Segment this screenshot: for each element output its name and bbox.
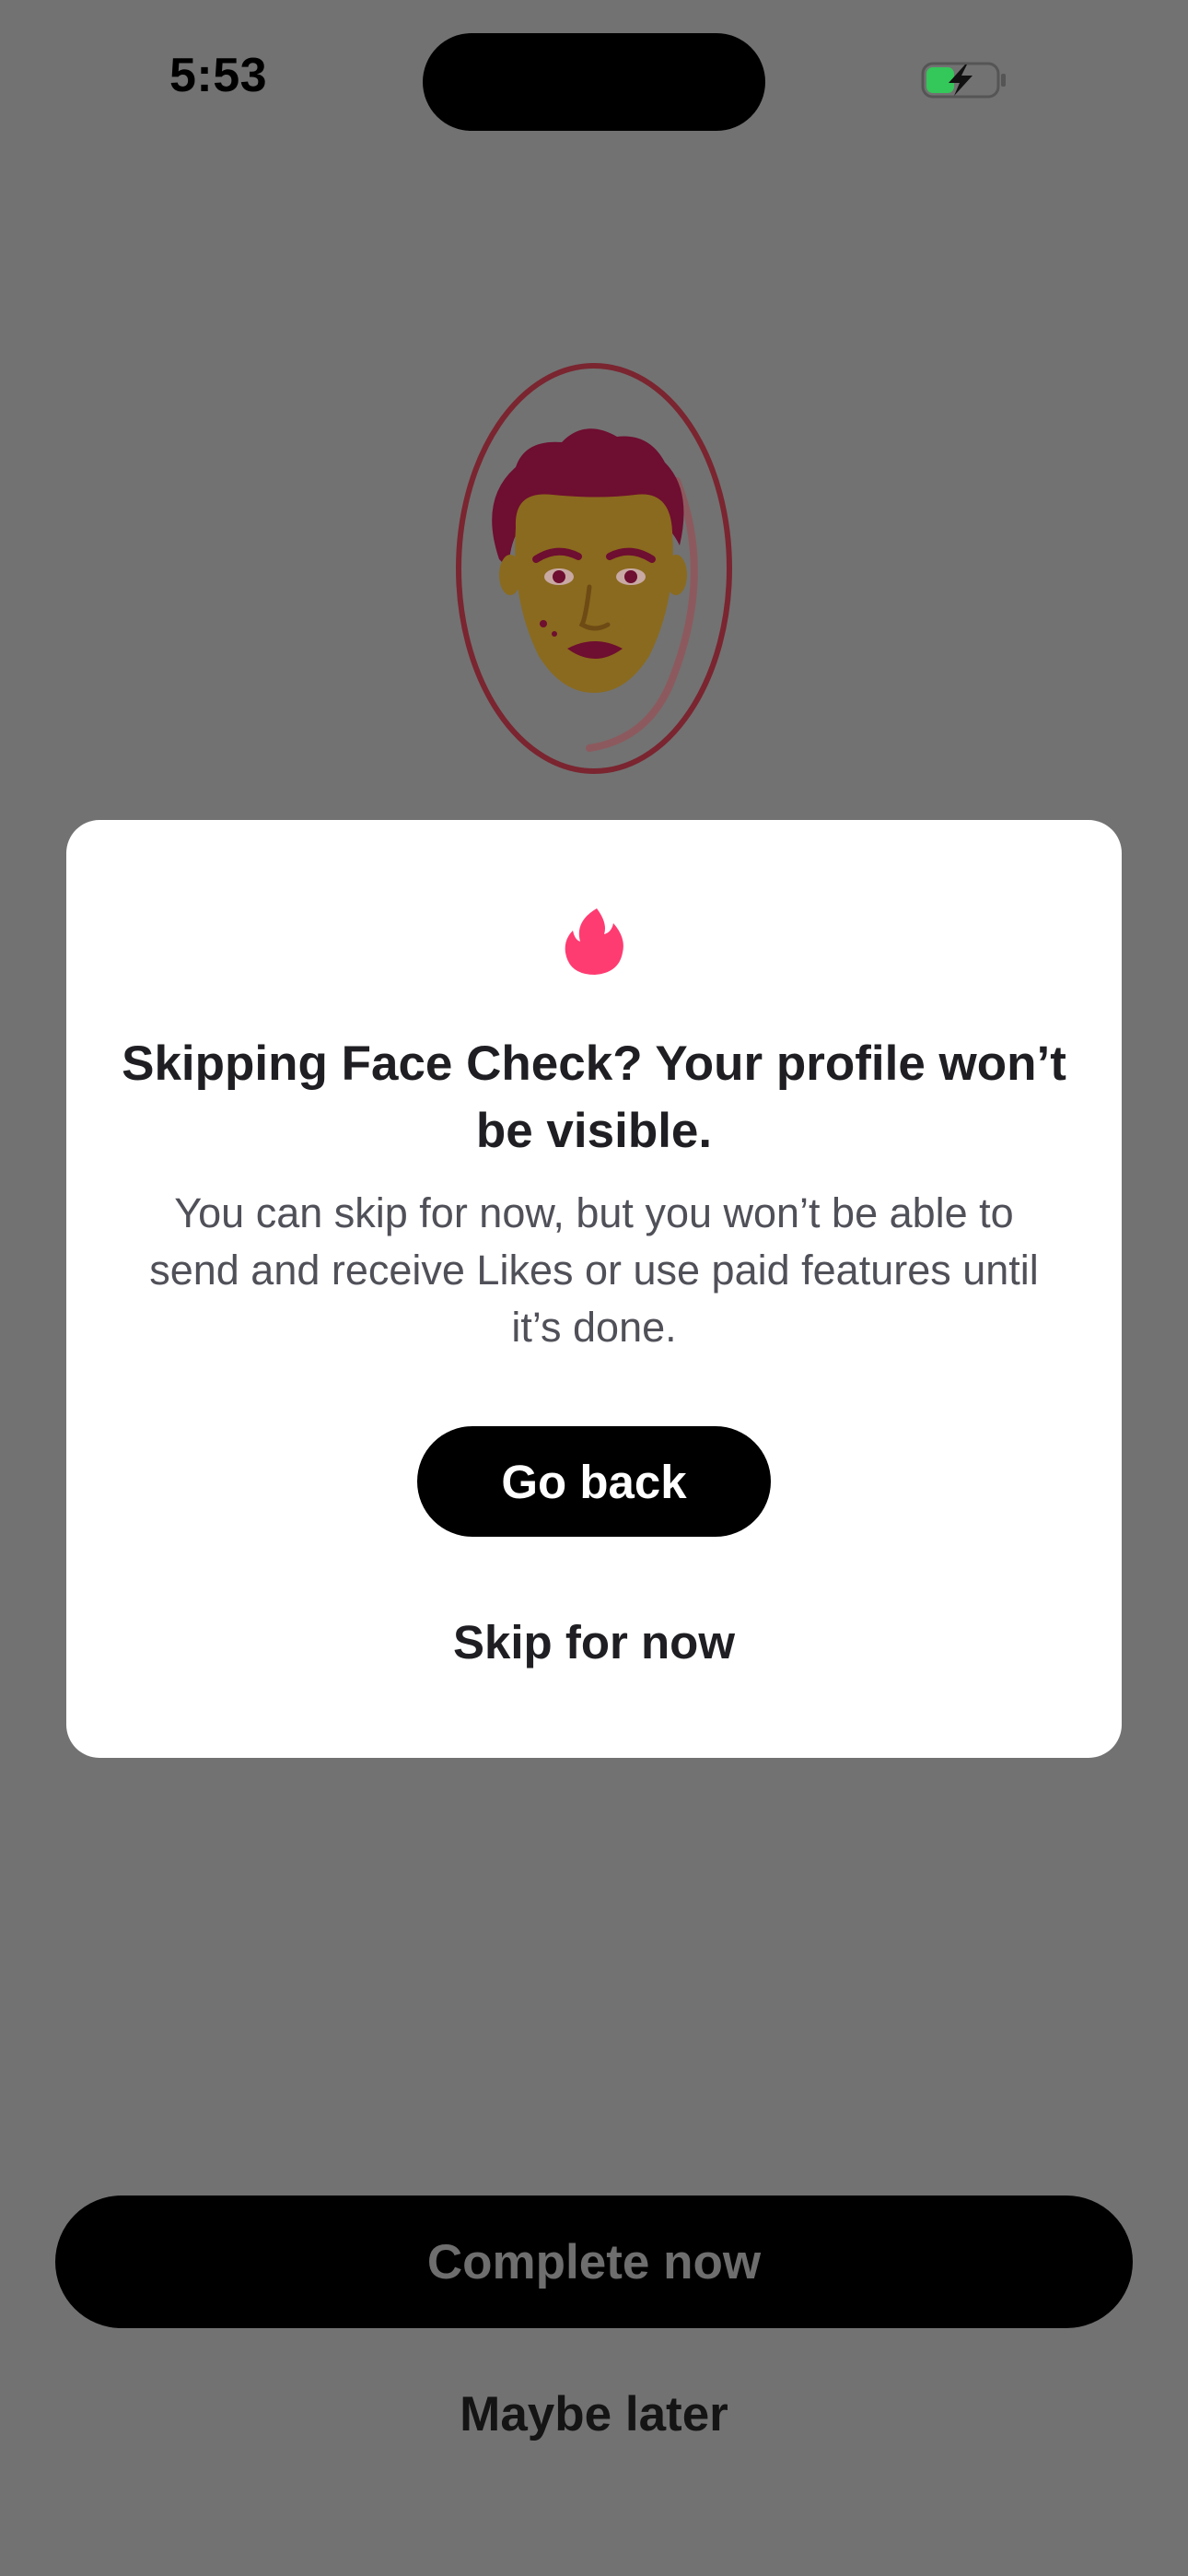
modal-title: Skipping Face Check? Your profile won’t …: [122, 1036, 1066, 1158]
maybe-later-button[interactable]: Maybe later: [364, 2377, 824, 2451]
flame-icon: [565, 908, 623, 975]
battery-charging-icon: [921, 62, 1006, 99]
skip-for-now-button[interactable]: Skip for now: [410, 1605, 778, 1679]
go-back-button[interactable]: Go back: [417, 1426, 771, 1537]
modal-body-text: You can skip for now, but you won’t be a…: [149, 1189, 1039, 1351]
dynamic-island: [423, 33, 765, 131]
complete-now-button[interactable]: Complete now: [55, 2195, 1133, 2328]
status-time: 5:53: [169, 49, 268, 102]
skip-face-check-modal: Skipping Face Check? Your profile won’t …: [66, 820, 1122, 1758]
face-check-oval-icon: [456, 363, 732, 774]
